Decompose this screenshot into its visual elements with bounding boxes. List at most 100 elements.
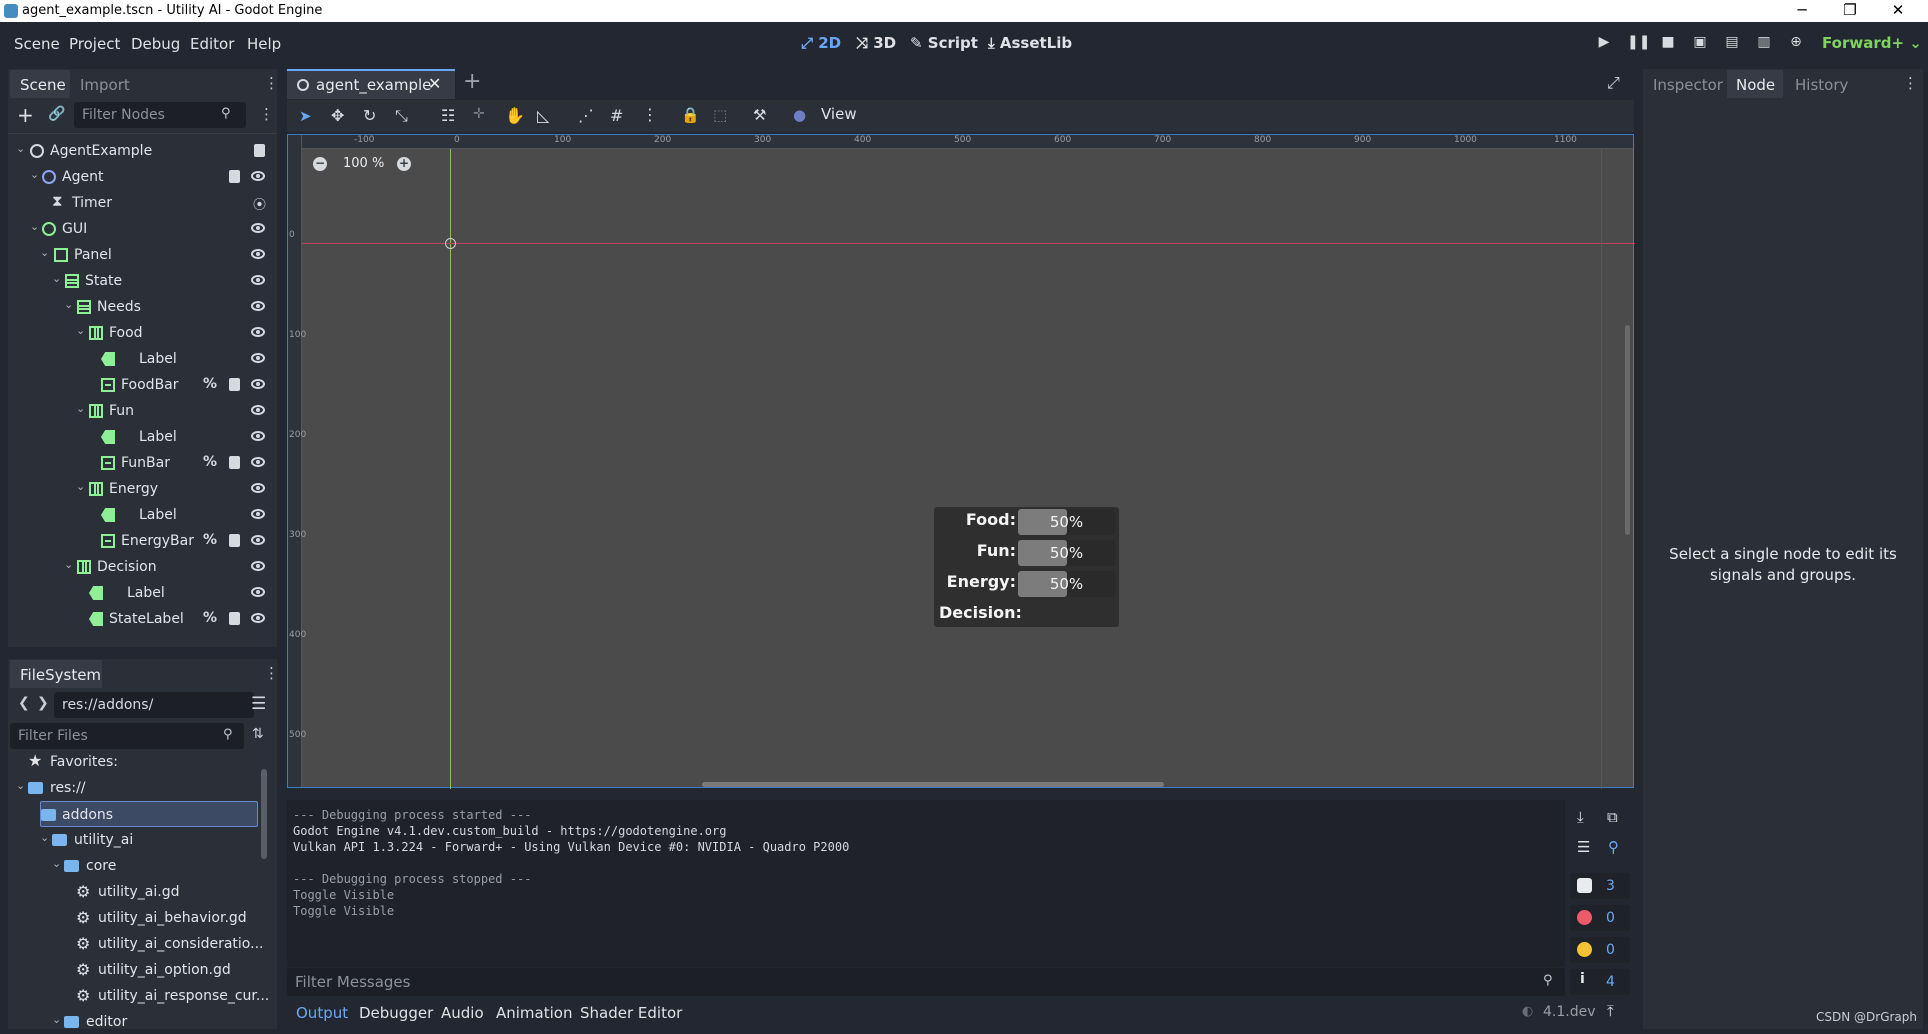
output-log[interactable]: --- Debugging process started --- Godot E… (287, 800, 1565, 967)
script-icon[interactable] (254, 144, 265, 157)
pause-icon[interactable]: ❚❚ (1627, 34, 1650, 52)
tab-output[interactable]: Output (296, 1004, 348, 1022)
tree-item-gui[interactable]: ⌄ GUI (8, 216, 274, 242)
visibility-eye-icon[interactable] (251, 405, 265, 415)
search-log-icon[interactable]: ⚲ (1608, 838, 1619, 856)
tab-import[interactable]: Import (80, 70, 130, 94)
tree-item-panel[interactable]: ⌄ Panel (8, 242, 274, 268)
close-tab-icon[interactable]: ✕ (428, 74, 441, 93)
scene-tab-agent-example[interactable]: agent_example ✕ (287, 69, 455, 99)
script-icon[interactable] (229, 612, 240, 625)
menu-scene[interactable]: Scene (14, 35, 60, 53)
menu-debug[interactable]: Debug (131, 35, 180, 53)
mode-2d-button[interactable]: ⤢ 2D (801, 34, 841, 52)
collapse-arrow-icon[interactable]: ⌄ (76, 324, 85, 337)
stop-icon[interactable]: ■ (1659, 34, 1677, 52)
collapse-arrow-icon[interactable]: ⌄ (16, 779, 25, 792)
visibility-eye-icon[interactable] (251, 223, 265, 233)
back-arrow-icon[interactable]: ❮ (18, 695, 30, 711)
collapse-arrow-icon[interactable]: ⌄ (64, 298, 73, 311)
sort-icon[interactable]: ⇅ (252, 726, 264, 742)
zoom-in-icon[interactable]: + (397, 157, 411, 171)
visibility-eye-icon[interactable] (251, 587, 265, 597)
maximize-button[interactable]: ❐ (1830, 1, 1870, 19)
view-menu[interactable]: View (821, 105, 857, 123)
tree-item-energy[interactable]: ⌄ Energy (8, 476, 274, 502)
collapse-arrow-icon[interactable]: ⌄ (30, 168, 39, 181)
visibility-eye-icon[interactable] (251, 353, 265, 363)
scale-mode-icon[interactable]: ⤡ (395, 106, 408, 126)
tab-debugger[interactable]: Debugger (359, 1004, 433, 1022)
tab-inspector[interactable]: Inspector (1653, 70, 1723, 94)
tab-scene[interactable]: Scene (10, 70, 70, 98)
errors-filter-toggle[interactable]: 0 (1570, 905, 1630, 931)
tab-animation[interactable]: Animation (496, 1004, 572, 1022)
visibility-eye-icon[interactable] (251, 275, 265, 285)
warnings-filter-toggle[interactable]: 0 (1570, 937, 1630, 963)
collapse-arrow-icon[interactable]: ⌄ (76, 402, 85, 415)
move-mode-icon[interactable]: ✥ (331, 106, 344, 125)
fs-item-res[interactable]: ⌄ res:// (8, 775, 270, 801)
collapse-arrow-icon[interactable]: ⌄ (30, 220, 39, 233)
zoom-level[interactable]: 100 % (343, 156, 384, 171)
dock-menu-icon[interactable]: ⋮ (264, 74, 279, 92)
tree-item-agentexample[interactable]: ⌄ AgentExample (8, 138, 274, 164)
messages-filter-toggle[interactable]: 3 (1570, 873, 1630, 899)
signal-icon[interactable]: ⦿ (253, 194, 266, 213)
menu-help[interactable]: Help (247, 35, 281, 53)
dock-menu-icon[interactable]: ⋮ (1903, 74, 1918, 92)
fs-item-core[interactable]: ⌄ core (8, 853, 270, 879)
tree-item-agent[interactable]: ⌄ Agent (8, 164, 274, 190)
renderer-select[interactable]: Forward+ ⌄ (1822, 34, 1922, 52)
pivot-icon[interactable]: ✛ (473, 106, 485, 122)
collapse-arrow-icon[interactable]: ⌄ (64, 558, 73, 571)
visibility-eye-icon[interactable] (251, 301, 265, 311)
fs-item-file[interactable]: ⚙ utility_ai_option.gd (8, 957, 270, 983)
visibility-eye-icon[interactable] (251, 509, 265, 519)
visibility-eye-icon[interactable] (251, 249, 265, 259)
collapse-arrow-icon[interactable]: ⌄ (52, 1013, 61, 1026)
tree-item-decision[interactable]: ⌄ Decision (8, 554, 274, 580)
play-scene-icon[interactable]: ▤ (1723, 34, 1741, 52)
tree-item-energy-label[interactable]: Label (8, 502, 274, 528)
tree-item-food[interactable]: ⌄ Food (8, 320, 274, 346)
mode-script-button[interactable]: ✎ Script (910, 34, 978, 52)
remote-debug-icon[interactable]: ▣ (1691, 34, 1709, 52)
snap-options-icon[interactable]: ⋮ (642, 105, 658, 124)
horizontal-scrollbar[interactable] (702, 782, 1164, 787)
unique-name-icon[interactable]: % (203, 376, 217, 392)
play-custom-scene-icon[interactable]: ▥ (1755, 34, 1773, 52)
fs-item-favorites[interactable]: ★ Favorites: (8, 749, 270, 775)
zoom-out-icon[interactable]: − (313, 157, 327, 171)
fs-item-addons[interactable]: addons (40, 801, 258, 827)
ruler-mode-icon[interactable]: ◺ (537, 106, 549, 125)
split-mode-icon[interactable]: ☰ (251, 694, 266, 714)
visibility-eye-icon[interactable] (251, 379, 265, 389)
fs-item-file[interactable]: ⚙ utility_ai.gd (8, 879, 270, 905)
tab-shader-editor[interactable]: Shader Editor (580, 1004, 682, 1022)
unique-name-icon[interactable]: % (203, 454, 217, 470)
script-icon[interactable] (229, 170, 240, 183)
info-filter-toggle[interactable]: i 4 (1570, 969, 1630, 995)
visibility-eye-icon[interactable] (251, 613, 265, 623)
distraction-free-icon[interactable]: ⤢ (1607, 73, 1620, 93)
unique-name-icon[interactable]: % (203, 610, 217, 626)
close-window-button[interactable]: ✕ (1878, 1, 1918, 19)
fs-item-editor[interactable]: ⌄ editor (8, 1009, 270, 1034)
menu-project[interactable]: Project (69, 35, 120, 53)
visibility-eye-icon[interactable] (251, 431, 265, 441)
canvas-viewport[interactable]: -100 0 100 200 300 400 500 600 700 800 9… (287, 134, 1635, 789)
visibility-eye-icon[interactable] (251, 483, 265, 493)
version-label[interactable]: 4.1.dev (1543, 1004, 1596, 1020)
script-icon[interactable] (229, 456, 240, 469)
mode-3d-button[interactable]: ⤨ 3D (856, 34, 896, 52)
mode-assetlib-button[interactable]: ⤓ AssetLib (988, 34, 1072, 52)
collapse-arrow-icon[interactable]: ⌄ (52, 272, 61, 285)
fs-item-file[interactable]: ⚙ utility_ai_response_cur... (8, 983, 270, 1009)
tree-item-funbar[interactable]: FunBar % (8, 450, 274, 476)
list-select-icon[interactable]: ☷ (441, 106, 455, 125)
menu-editor[interactable]: Editor (190, 35, 234, 53)
visibility-eye-icon[interactable] (251, 457, 265, 467)
tree-item-state[interactable]: ⌄ State (8, 268, 274, 294)
grid-snap-icon[interactable]: # (610, 106, 623, 125)
